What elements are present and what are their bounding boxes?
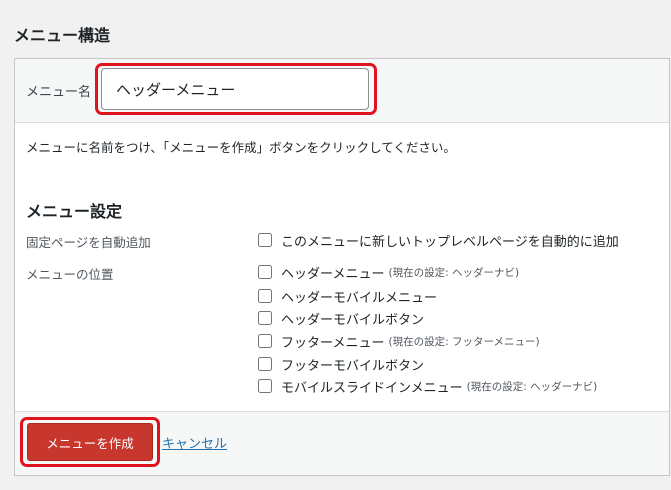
cancel-link[interactable]: キャンセル <box>162 433 227 452</box>
menu-panel-footer: メニューを作成 キャンセル <box>15 411 669 475</box>
location-option-mobile-slide-in-menu[interactable]: モバイルスライドインメニュー (現在の設定: ヘッダーナビ) <box>258 377 598 396</box>
location-option-header-mobile-menu[interactable]: ヘッダーモバイルメニュー <box>258 287 438 306</box>
auto-add-option-label: このメニューに新しいトップレベルページを自動的に追加 <box>281 234 619 250</box>
location-checkbox[interactable] <box>258 357 272 371</box>
menu-name-header: メニュー名 <box>15 59 669 123</box>
location-current-note: (現在の設定: ヘッダーナビ) <box>388 266 520 279</box>
location-current-note: (現在の設定: ヘッダーナビ) <box>466 380 598 393</box>
menu-structure-panel: メニュー名 メニューに名前をつけ、「メニューを作成」ボタンをクリックしてください… <box>14 58 670 476</box>
location-option-label: ヘッダーモバイルメニュー <box>281 290 438 306</box>
menu-name-label: メニュー名 <box>26 85 92 100</box>
location-option-label: ヘッダーメニュー <box>281 266 385 282</box>
location-checkbox[interactable] <box>258 379 272 393</box>
page-title: メニュー構造 <box>14 26 111 45</box>
menu-name-input[interactable] <box>101 68 369 110</box>
location-option-header-menu[interactable]: ヘッダーメニュー (現在の設定: ヘッダーナビ) <box>258 263 520 282</box>
auto-add-label: 固定ページを自動追加 <box>26 235 151 250</box>
auto-add-checkbox[interactable] <box>258 233 272 247</box>
auto-add-option[interactable]: このメニューに新しいトップレベルページを自動的に追加 <box>258 231 619 250</box>
location-option-label: ヘッダーモバイルボタン <box>281 312 425 328</box>
location-checkbox[interactable] <box>258 311 272 325</box>
instructions-text: メニューに名前をつけ、「メニューを作成」ボタンをクリックしてください。 <box>26 140 456 155</box>
location-current-note: (現在の設定: フッターメニュー) <box>388 335 540 348</box>
location-option-label: モバイルスライドインメニュー <box>281 380 463 396</box>
menu-location-label: メニューの位置 <box>26 267 114 282</box>
menu-settings-title: メニュー設定 <box>26 202 123 221</box>
location-option-footer-mobile-button[interactable]: フッターモバイルボタン <box>258 355 425 374</box>
location-option-label: フッターモバイルボタン <box>281 358 425 374</box>
create-menu-button[interactable]: メニューを作成 <box>27 423 153 461</box>
location-option-footer-menu[interactable]: フッターメニュー (現在の設定: フッターメニュー) <box>258 332 540 351</box>
location-option-label: フッターメニュー <box>281 335 385 351</box>
location-checkbox[interactable] <box>258 289 272 303</box>
location-checkbox[interactable] <box>258 265 272 279</box>
location-option-header-mobile-button[interactable]: ヘッダーモバイルボタン <box>258 309 425 328</box>
location-checkbox[interactable] <box>258 334 272 348</box>
